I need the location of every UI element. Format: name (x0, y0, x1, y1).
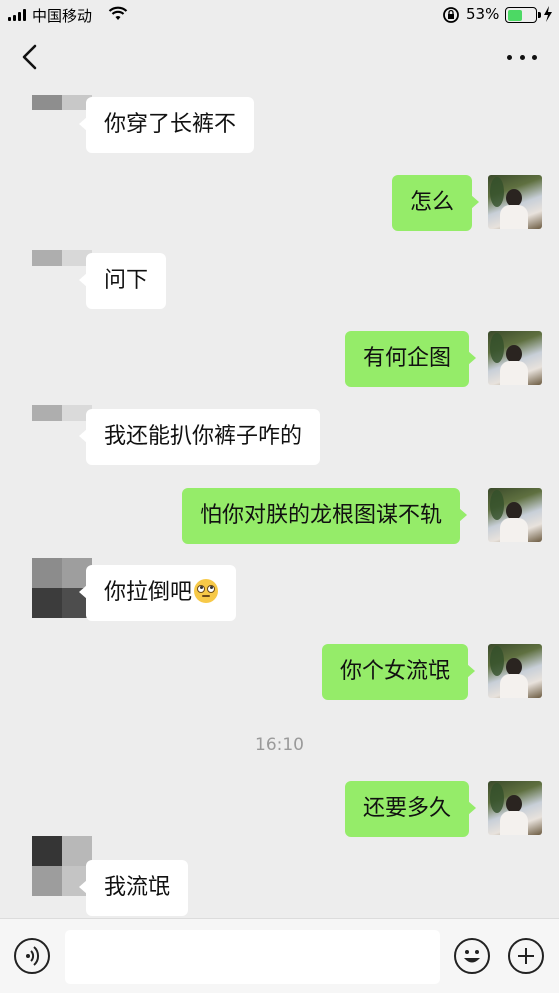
battery-icon (505, 7, 541, 23)
message-bubble-incoming[interactable]: 我流氓 (78, 860, 189, 916)
message-text: 你拉倒吧 (104, 580, 193, 605)
eye-roll-emoji (194, 579, 219, 603)
wifi-icon (108, 6, 128, 20)
message-bubble-incoming[interactable]: 问下 (78, 253, 167, 309)
my-avatar[interactable] (488, 488, 542, 542)
message-bubble-incoming[interactable]: 我还能扒你裤子咋的 (78, 409, 321, 465)
message-bubble-outgoing[interactable]: 你个女流氓 (322, 644, 476, 700)
battery-fill (507, 9, 522, 21)
my-avatar[interactable] (488, 781, 542, 835)
plus-icon[interactable] (508, 938, 544, 974)
message-bubble-outgoing[interactable]: 有何企图 (345, 331, 477, 387)
more-dots-icon[interactable] (507, 50, 537, 64)
battery-percent: 53% (466, 5, 500, 23)
message-bubble-outgoing[interactable]: 怎么 (392, 175, 480, 231)
message-bubble-outgoing[interactable]: 还要多久 (345, 781, 477, 837)
status-bar: 中国移动 53% (0, 0, 559, 30)
my-avatar[interactable] (488, 331, 542, 385)
message-bubble-incoming[interactable]: 你拉倒吧 (78, 565, 237, 621)
rotation-lock-icon (443, 7, 459, 23)
input-bar (0, 918, 559, 993)
carrier-name: 中国移动 (32, 7, 93, 25)
emoji-icon[interactable] (454, 938, 490, 974)
charging-icon (544, 6, 552, 22)
message-bubble-incoming[interactable]: 你穿了长裤不 (78, 97, 255, 153)
nav-bar (0, 30, 559, 86)
message-timestamp: 16:10 (255, 735, 304, 755)
my-avatar[interactable] (488, 644, 542, 698)
my-avatar[interactable] (488, 175, 542, 229)
chevron-left-icon[interactable] (18, 42, 44, 72)
signal-icon (8, 9, 26, 21)
message-bubble-outgoing[interactable]: 怕你对朕的龙根图谋不轨 (182, 488, 468, 544)
voice-icon[interactable] (14, 938, 50, 974)
message-input[interactable] (65, 930, 440, 984)
